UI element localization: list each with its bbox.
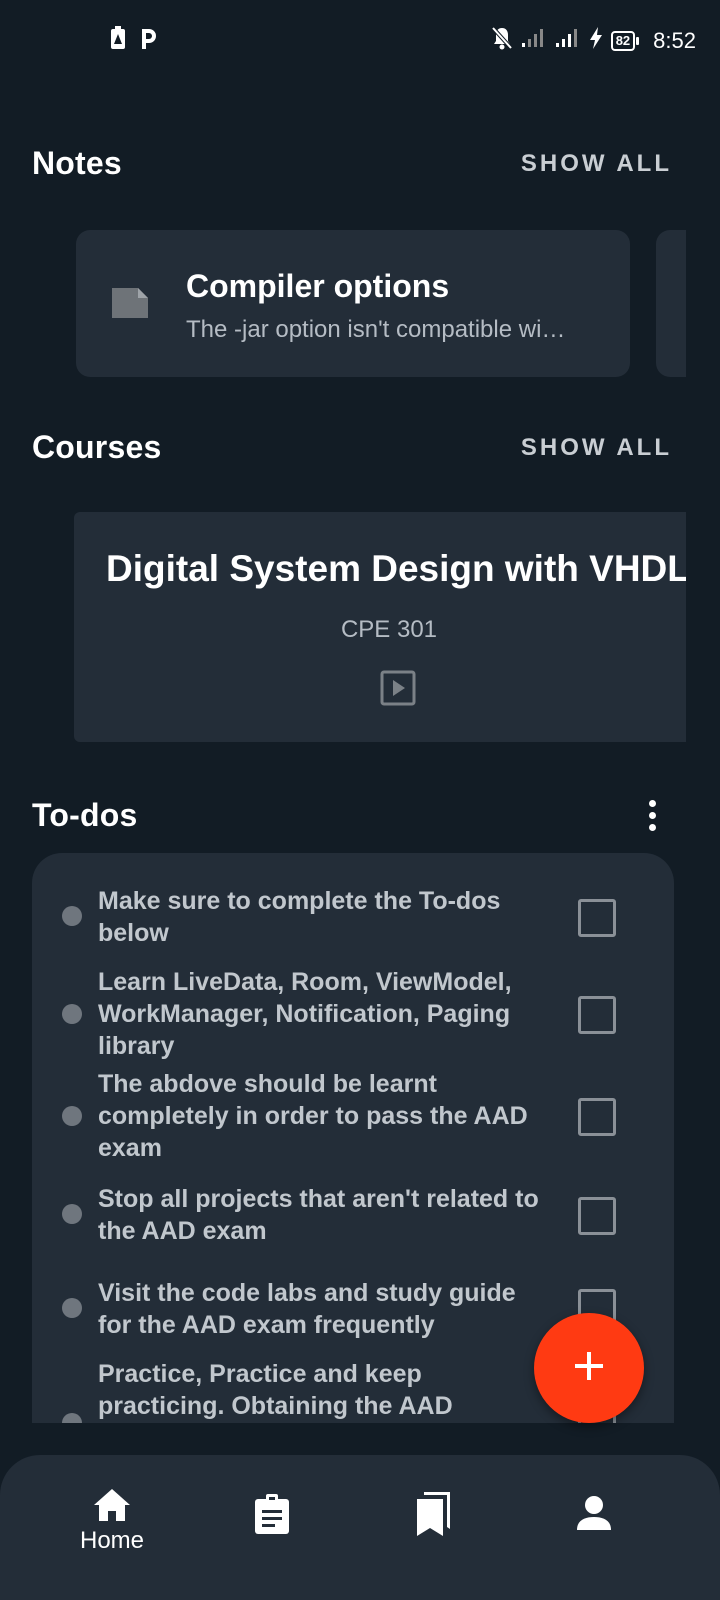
todo-item: Stop all projects that aren't related to… [32,1183,674,1249]
bullet-icon [62,906,82,926]
signal-1-icon [521,28,547,53]
bottom-navigation: Home [0,1455,720,1600]
nav-item-home[interactable]: Home [22,1455,202,1600]
todo-checkbox[interactable] [578,1197,616,1235]
todo-text: Visit the code labs and study guide for … [98,1279,516,1339]
bullet-icon [62,1204,82,1224]
note-title: Compiler options [186,268,450,304]
status-time: 8:52 [653,27,696,53]
bullet-icon [62,1413,82,1423]
todo-item: Learn LiveData, Room, ViewModel, WorkMan… [32,966,674,1064]
bullet-icon [62,1106,82,1126]
signal-2-icon [555,28,581,53]
note-card[interactable]: Compiler options The -jar option isn't c… [76,230,630,377]
nav-item-assignments[interactable] [182,1455,362,1600]
course-code: CPE 301 [340,616,438,643]
nav-label-home: Home [79,1527,145,1554]
play-icon[interactable] [380,670,416,711]
todo-checkbox[interactable] [578,1098,616,1136]
note-snippet: The -jar option isn't compatible wi… [186,316,566,343]
courses-show-all-button[interactable]: SHOW ALL [521,434,672,462]
bookmarks-icon [344,1491,524,1537]
todo-item: Make sure to complete the To-dos below [32,885,674,951]
todo-checkbox[interactable] [578,996,616,1034]
status-right-icons: 82 8:52 [491,26,696,55]
person-icon [504,1495,684,1531]
todo-checkbox[interactable] [578,899,616,937]
add-button[interactable] [534,1313,644,1423]
more-options-icon[interactable] [632,795,672,835]
note-icon [110,286,150,325]
bullet-icon [62,1298,82,1318]
todos-header: To-dos [32,790,672,840]
notes-header: Notes SHOW ALL [32,145,672,182]
todo-text: Practice, Practice and keep practicing. … [98,1360,453,1420]
charging-icon [589,27,603,54]
todo-item: The abdove should be learnt completely i… [32,1068,674,1166]
battery-saver-icon [110,26,126,55]
todos-section-title: To-dos [32,796,138,833]
todo-text: Learn LiveData, Room, ViewModel, WorkMan… [98,968,512,1060]
todo-text: The abdove should be learnt completely i… [98,1070,528,1162]
course-title: Digital System Design with VHDL [106,548,686,589]
note-card-next[interactable] [656,230,686,377]
plus-icon [574,1351,604,1386]
home-icon [22,1487,202,1523]
battery-indicator: 82 [610,30,640,51]
bullet-icon [62,1004,82,1024]
status-bar: 82 8:52 [0,0,720,80]
nav-item-profile[interactable] [504,1455,684,1600]
notes-show-all-button[interactable]: SHOW ALL [521,150,672,178]
todo-text: Make sure to complete the To-dos below [98,887,501,947]
bell-off-icon [491,26,513,55]
course-card[interactable]: Digital System Design with VHDL CPE 301 [74,512,686,742]
todo-text: Stop all projects that aren't related to… [98,1185,539,1245]
notes-section-title: Notes [32,145,122,181]
assignment-icon [182,1493,362,1535]
courses-header: Courses SHOW ALL [32,429,672,466]
battery-tip [636,36,640,45]
nav-item-bookmarks[interactable] [344,1455,524,1600]
status-left-icons [110,26,158,55]
battery-level: 82 [610,30,636,51]
courses-section-title: Courses [32,429,162,465]
parking-app-icon [138,26,158,55]
